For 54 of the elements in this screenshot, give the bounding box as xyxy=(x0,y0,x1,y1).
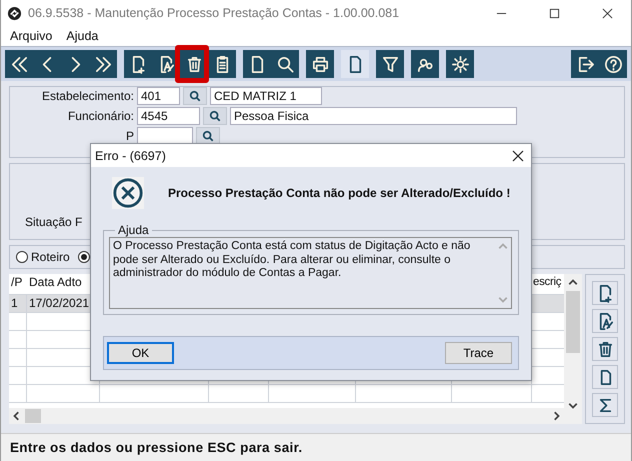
vertical-scrollbar[interactable] xyxy=(564,274,582,424)
scroll-right-icon[interactable] xyxy=(551,411,561,421)
sum-button[interactable] xyxy=(592,393,618,417)
search-icon xyxy=(202,130,214,142)
field-label: P xyxy=(124,129,134,143)
double-chevron-right-icon xyxy=(94,54,112,74)
scroll-thumb[interactable] xyxy=(25,409,41,423)
help-text: O Processo Prestação Conta está com status de Digitação Acto e não pode ser Alterado ou Excluído. Para alterar ou eliminar, consulte o administrador do módulo de Contas a Pagar. xyxy=(112,239,472,281)
maximize-icon[interactable] xyxy=(549,8,560,18)
scroll-thumb[interactable] xyxy=(566,291,580,353)
error-icon xyxy=(112,177,144,209)
name-field[interactable]: CED MATRIZ 1 xyxy=(210,87,322,105)
close-icon[interactable] xyxy=(602,8,613,18)
new-document-button[interactable] xyxy=(592,281,618,305)
column-header[interactable]: escriç xyxy=(532,274,564,294)
window-title: 06.9.5538 - Manutenção Processo Prestação Contas - 1.00.00.081 xyxy=(28,6,400,20)
code-field[interactable]: 401 xyxy=(137,87,180,105)
filter-icon xyxy=(380,54,400,74)
dialog-title: Erro - (6697) xyxy=(95,148,166,162)
column-header[interactable]: /P xyxy=(9,274,27,294)
field-label: Funcionário: xyxy=(66,109,134,123)
name-field[interactable]: Pessoa Fisica xyxy=(230,107,517,125)
close-icon[interactable] xyxy=(512,150,524,162)
printer-icon xyxy=(310,54,330,74)
search-icon xyxy=(209,110,221,122)
field-label: Estabelecimento: xyxy=(40,89,134,103)
search-icon xyxy=(189,90,201,102)
search-icon xyxy=(276,54,294,74)
help-icon xyxy=(604,54,622,74)
menu-item[interactable]: Arquivo xyxy=(10,29,52,43)
settings-icon xyxy=(450,54,470,74)
code-field[interactable]: 4545 xyxy=(137,107,200,125)
field-label: Situação F xyxy=(25,215,82,229)
document-button[interactable] xyxy=(341,50,369,78)
menu-item[interactable]: Ajuda xyxy=(66,29,98,43)
table-cell: 17/02/2021 xyxy=(29,296,90,310)
horizontal-scrollbar[interactable] xyxy=(9,408,564,424)
dialog-button[interactable]: OK xyxy=(107,342,174,364)
edit-document-button[interactable] xyxy=(592,309,618,333)
radio-button[interactable]: Roteiro xyxy=(16,250,70,264)
status-bar: Entre os dados ou pressione ESC para sair. xyxy=(1,433,631,461)
delete-button[interactable] xyxy=(592,337,618,361)
document-button[interactable] xyxy=(592,365,618,389)
scroll-left-icon[interactable] xyxy=(12,411,22,421)
table-cell: 1 xyxy=(11,296,18,310)
search-button[interactable] xyxy=(203,107,227,125)
search-button[interactable] xyxy=(183,87,207,105)
double-chevron-left-icon xyxy=(10,54,28,74)
dialog-button[interactable]: Trace xyxy=(445,342,512,364)
error-message: Processo Prestação Conta não pode ser Alterado/Excluído ! xyxy=(168,186,510,200)
app-logo-icon xyxy=(7,6,22,20)
scroll-down-icon[interactable] xyxy=(568,400,578,410)
radio-button[interactable] xyxy=(78,251,90,263)
group-label: Ajuda xyxy=(117,223,150,237)
